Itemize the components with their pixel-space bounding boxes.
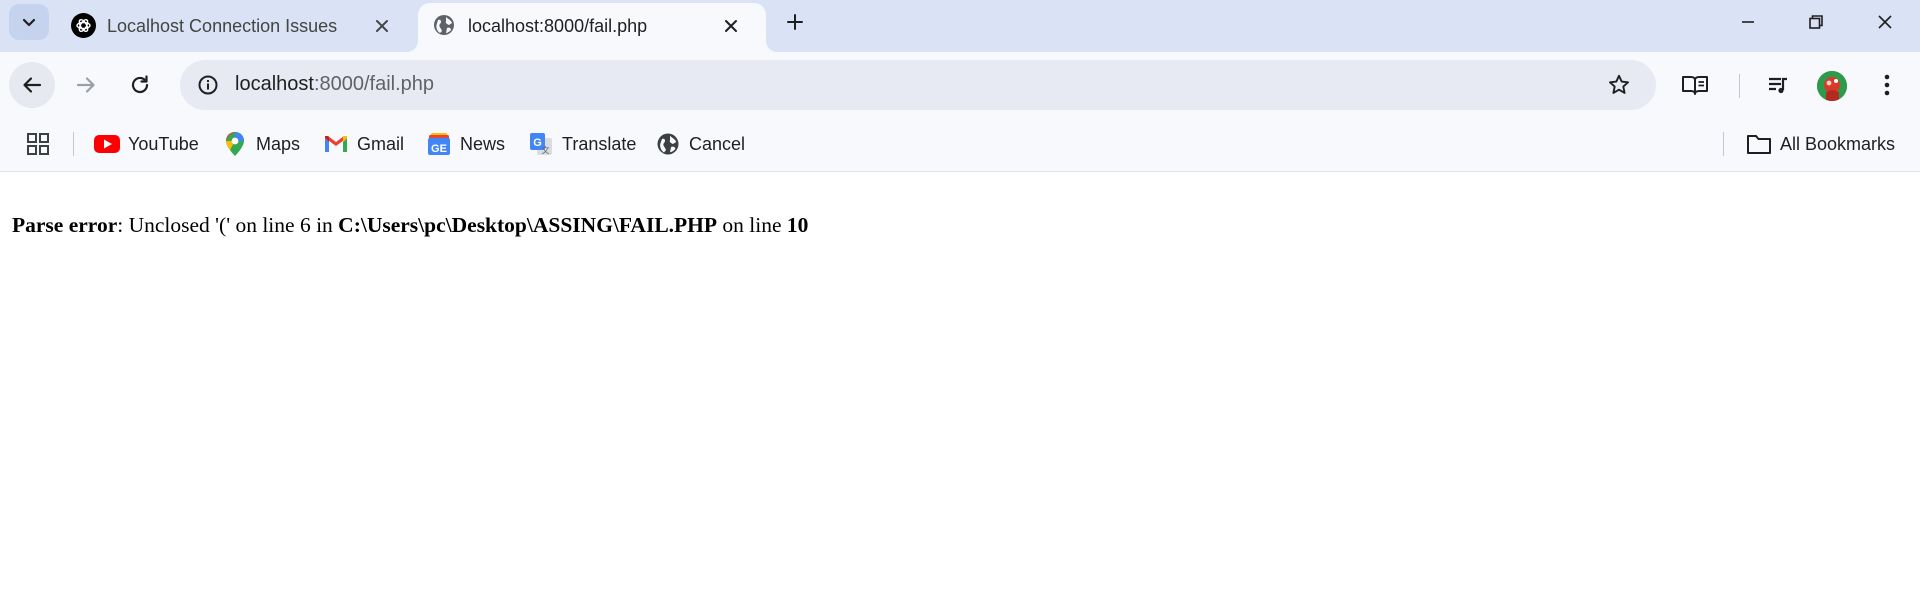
toolbar: localhost:8000/fail.php	[0, 52, 1920, 118]
php-error-message: Parse error: Unclosed '(' on line 6 in C…	[12, 213, 808, 238]
bookmarks-divider	[73, 132, 74, 156]
bookmark-label: Maps	[256, 133, 301, 154]
bookmark-gmail[interactable]: Gmail	[323, 128, 404, 160]
tab-search-button[interactable]	[9, 4, 49, 40]
arrow-right-icon	[76, 77, 95, 93]
bookmarks-bar: YouTube Maps Gmail GE News G 文 Translate…	[0, 118, 1920, 172]
url-text[interactable]: localhost:8000/fail.php	[235, 73, 434, 96]
tab-title: localhost:8000/fail.php	[468, 16, 648, 36]
error-line-number: 10	[786, 213, 809, 237]
svg-text:GE: GE	[431, 143, 447, 155]
bookmark-youtube[interactable]: YouTube	[94, 128, 199, 160]
queue-music-icon	[1769, 77, 1787, 94]
tab-title: Localhost Connection Issues	[107, 16, 338, 36]
bookmarks-divider	[1723, 132, 1724, 156]
back-button[interactable]	[9, 62, 55, 108]
profile-avatar[interactable]	[1817, 71, 1847, 101]
bookmark-news[interactable]: GE News	[426, 128, 505, 160]
error-file-path: C:\Users\pc\Desktop\ASSING\FAIL.PHP	[338, 213, 718, 237]
tab-fail-php[interactable]: localhost:8000/fail.php	[406, 3, 778, 52]
media-controls-button[interactable]	[1755, 62, 1801, 108]
star-icon	[1609, 74, 1629, 94]
svg-text:文: 文	[542, 145, 550, 155]
svg-text:G: G	[533, 137, 542, 149]
close-icon	[725, 20, 737, 32]
plus-icon	[787, 14, 803, 30]
apps-button[interactable]	[24, 130, 52, 158]
toolbar-divider	[1739, 74, 1740, 98]
bookmark-label: Cancel	[689, 133, 746, 154]
reload-button[interactable]	[117, 62, 163, 108]
close-icon	[376, 20, 388, 32]
youtube-icon	[94, 131, 120, 157]
url-path: :8000/fail.php	[313, 73, 435, 95]
chatgpt-icon	[71, 13, 96, 38]
restore-icon	[1809, 15, 1823, 29]
reading-mode-icon	[1682, 76, 1708, 95]
maps-icon	[222, 131, 248, 157]
news-icon: GE	[426, 131, 452, 157]
page-content: Parse error: Unclosed '(' on line 6 in C…	[0, 173, 1920, 614]
error-text: : Unclosed '(' on line 6 in	[117, 213, 339, 237]
close-tab-button[interactable]	[369, 13, 395, 39]
bookmark-cancel[interactable]: Cancel	[655, 128, 745, 160]
restore-button[interactable]	[1783, 0, 1849, 44]
bookmark-label: YouTube	[128, 133, 199, 154]
url-host: localhost	[235, 73, 314, 95]
reading-mode-button[interactable]	[1672, 62, 1718, 108]
bookmark-translate[interactable]: G 文 Translate	[528, 128, 636, 160]
all-bookmarks-label: All Bookmarks	[1780, 133, 1896, 154]
all-bookmarks-button[interactable]: All Bookmarks	[1746, 128, 1895, 160]
bookmark-maps[interactable]: Maps	[222, 128, 300, 160]
globe-icon	[655, 131, 681, 157]
close-icon	[1878, 15, 1892, 29]
translate-icon: G 文	[528, 131, 554, 157]
minimize-icon	[1742, 21, 1754, 23]
bookmark-label: News	[460, 133, 506, 154]
avatar-icon	[1817, 71, 1847, 101]
tab-strip: Localhost Connection Issues localhost:80…	[0, 0, 1920, 52]
bookmark-star-button[interactable]	[1604, 70, 1634, 100]
folder-icon	[1746, 131, 1772, 157]
error-label: Parse error	[12, 213, 118, 237]
close-tab-button[interactable]	[718, 13, 744, 39]
gmail-icon	[323, 131, 349, 157]
site-info-button[interactable]	[194, 71, 222, 99]
minimize-button[interactable]	[1715, 0, 1781, 44]
chevron-down-icon	[22, 18, 36, 27]
reload-icon	[131, 75, 149, 94]
bookmark-label: Translate	[562, 133, 637, 154]
bookmark-label: Gmail	[357, 133, 405, 154]
more-vert-icon	[1884, 74, 1890, 96]
new-tab-button[interactable]	[780, 7, 810, 37]
tab-localhost-connection-issues[interactable]: Localhost Connection Issues	[57, 3, 412, 52]
globe-icon	[432, 13, 457, 38]
info-icon	[198, 75, 218, 95]
address-bar[interactable]: localhost:8000/fail.php	[180, 60, 1656, 110]
forward-button[interactable]	[63, 62, 109, 108]
on-line-text: on line	[717, 213, 787, 237]
close-window-button[interactable]	[1852, 0, 1918, 44]
apps-grid-icon	[27, 133, 49, 155]
arrow-left-icon	[23, 77, 42, 93]
chrome-menu-button[interactable]	[1864, 62, 1910, 108]
